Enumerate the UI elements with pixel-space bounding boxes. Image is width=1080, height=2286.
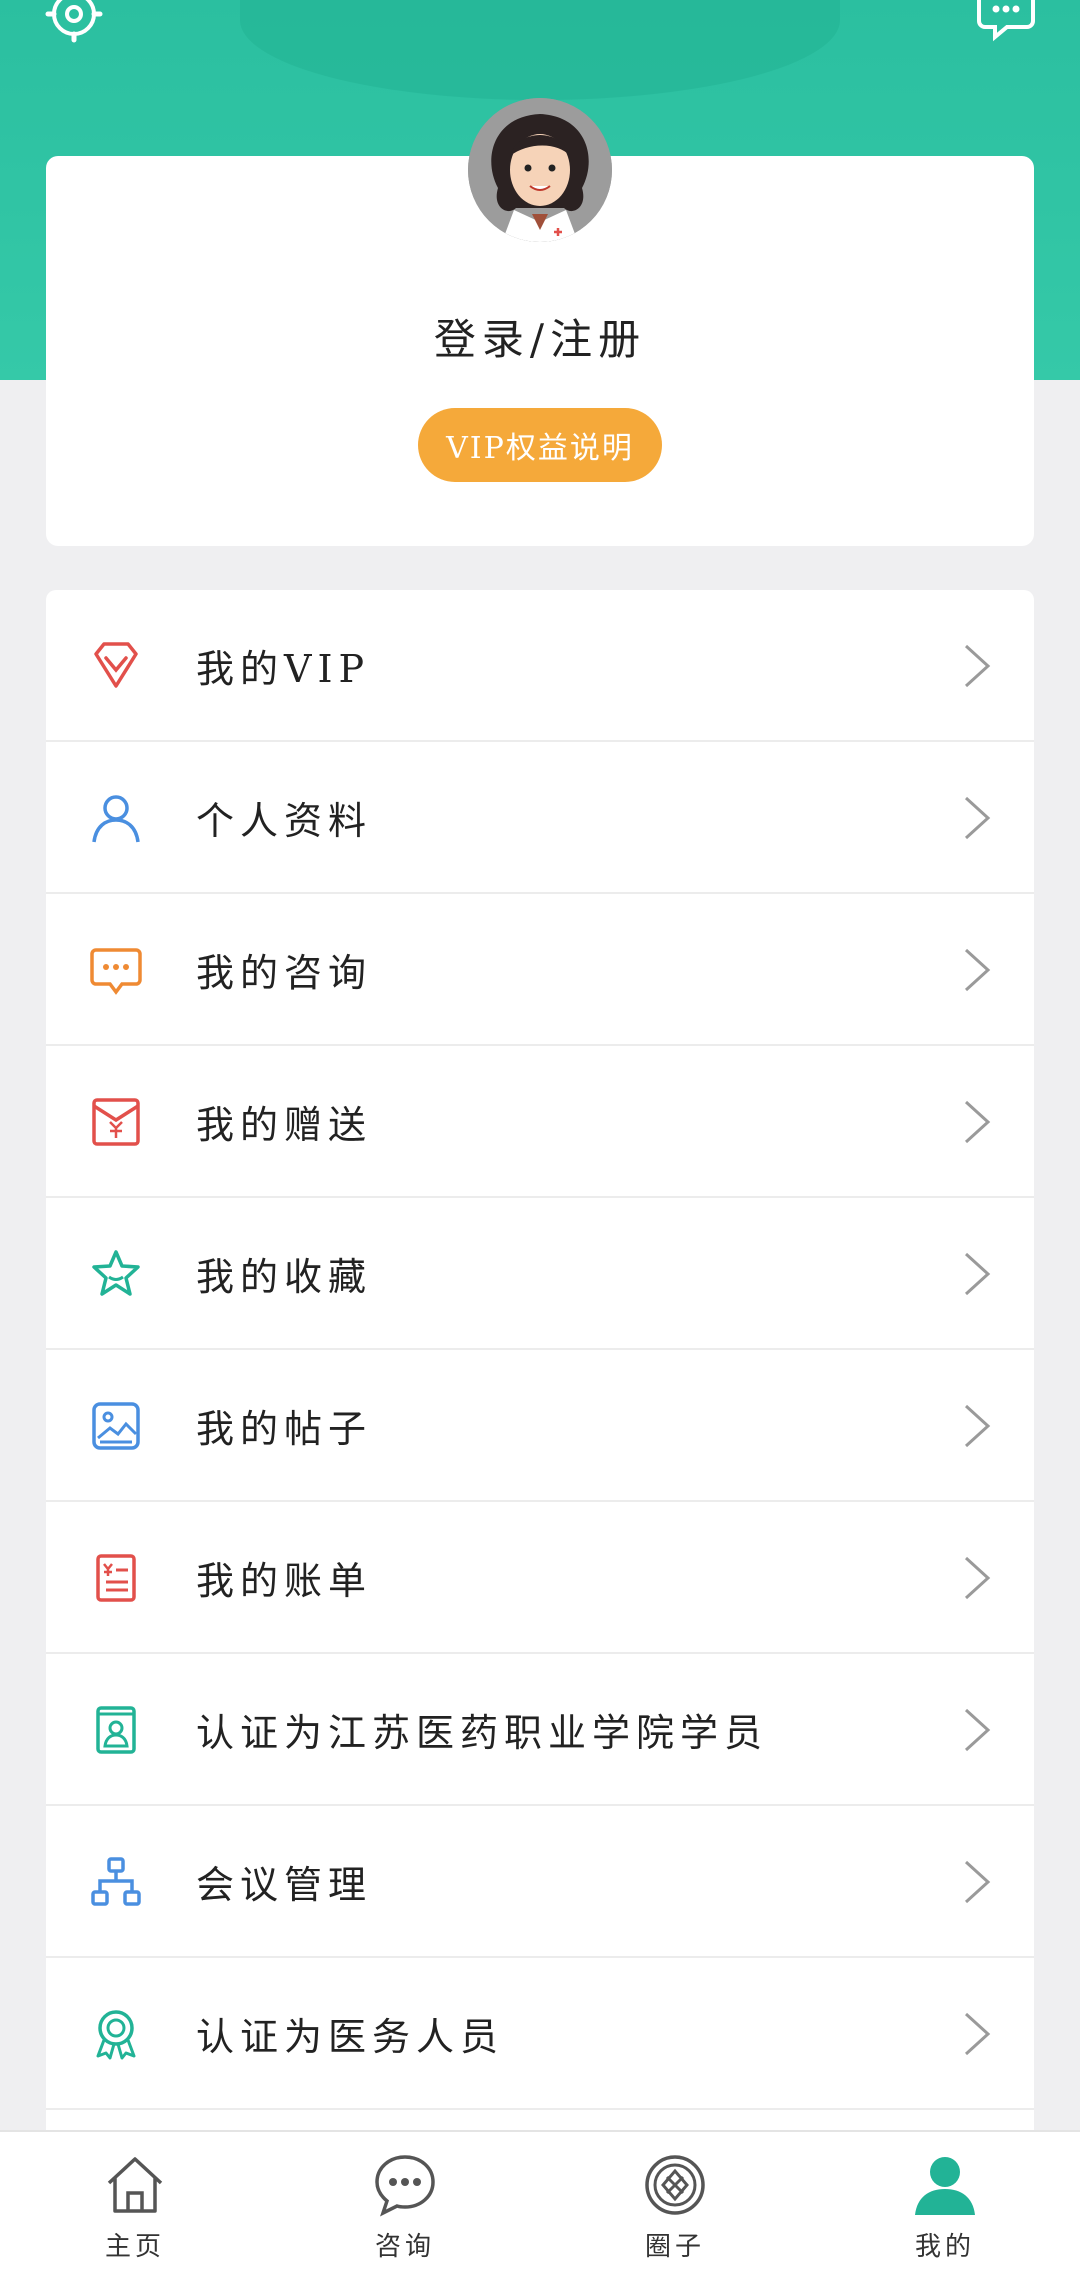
menu-item-label: 我的赠送 [196, 1102, 373, 1147]
message-icon[interactable] [974, 0, 1038, 46]
tab-label: 咨询 [374, 2232, 435, 2262]
menu-item-medical-verification[interactable]: 认证为医务人员 [46, 1958, 1034, 2110]
award-icon [90, 2008, 142, 2060]
diamond-icon [90, 640, 142, 692]
circle-icon [642, 2152, 708, 2218]
chat-icon [372, 2152, 438, 2218]
menu-item-profile[interactable]: 个人资料 [46, 742, 1034, 894]
tab-label: 主页 [104, 2232, 165, 2262]
chevron-right-icon [958, 1706, 994, 1754]
profile-card: 登录/注册 VIP权益说明 [46, 98, 1034, 546]
tab-mine[interactable]: 我的 [810, 2132, 1080, 2286]
menu-item-label: 我的VIP [196, 646, 371, 691]
chevron-right-icon [958, 794, 994, 842]
chevron-right-icon [958, 1858, 994, 1906]
avatar[interactable] [468, 98, 612, 242]
tab-circle[interactable]: 圈子 [540, 2132, 810, 2286]
menu-item-my-gifts[interactable]: 我的赠送 [46, 1046, 1034, 1198]
menu-item-my-bills[interactable]: 我的账单 [46, 1502, 1034, 1654]
chevron-right-icon [958, 2010, 994, 2058]
chevron-right-icon [958, 642, 994, 690]
login-register-link[interactable]: 登录/注册 [46, 306, 1034, 367]
chevron-right-icon [958, 1250, 994, 1298]
star-icon [90, 1248, 142, 1300]
chevron-right-icon [958, 946, 994, 994]
org-chart-icon [90, 1856, 142, 1908]
menu-item-label: 我的账单 [196, 1558, 373, 1603]
tab-home[interactable]: 主页 [0, 2132, 270, 2286]
menu-item-label: 会议管理 [196, 1862, 373, 1907]
tab-label: 圈子 [644, 2232, 705, 2262]
menu-list: 我的VIP 个人资料 我的咨询 我的赠送 我的收藏 我的帖子 我的账单 认证为江… [46, 590, 1034, 2150]
menu-item-favorites[interactable]: 我的收藏 [46, 1198, 1034, 1350]
person-icon [90, 792, 142, 844]
menu-item-my-vip[interactable]: 我的VIP [46, 590, 1034, 742]
menu-item-label: 个人资料 [196, 798, 373, 843]
chevron-right-icon [958, 1554, 994, 1602]
chevron-right-icon [958, 1402, 994, 1450]
chat-bubble-icon [90, 944, 142, 996]
menu-item-label: 认证为江苏医药职业学院学员 [196, 1710, 769, 1755]
menu-item-my-consult[interactable]: 我的咨询 [46, 894, 1034, 1046]
menu-item-meeting-management[interactable]: 会议管理 [46, 1806, 1034, 1958]
bill-icon [90, 1552, 142, 1604]
user-icon [912, 2152, 978, 2218]
menu-item-label: 认证为医务人员 [196, 2014, 505, 2059]
menu-item-student-verification[interactable]: 认证为江苏医药职业学院学员 [46, 1654, 1034, 1806]
menu-item-label: 我的帖子 [196, 1406, 373, 1451]
menu-item-label: 我的收藏 [196, 1254, 373, 1299]
header-wave [240, 0, 840, 100]
image-icon [90, 1400, 142, 1452]
tab-label: 我的 [914, 2232, 975, 2262]
vip-benefits-button[interactable]: VIP权益说明 [418, 408, 662, 482]
menu-item-my-posts[interactable]: 我的帖子 [46, 1350, 1034, 1502]
home-icon [102, 2152, 168, 2218]
gift-envelope-icon [90, 1096, 142, 1148]
tab-consult[interactable]: 咨询 [270, 2132, 540, 2286]
chevron-right-icon [958, 1098, 994, 1146]
student-card-icon [90, 1704, 142, 1756]
settings-icon[interactable] [42, 0, 106, 46]
bottom-tab-bar: 主页 咨询 圈子 我的 [0, 2130, 1080, 2286]
menu-item-label: 我的咨询 [196, 950, 373, 995]
